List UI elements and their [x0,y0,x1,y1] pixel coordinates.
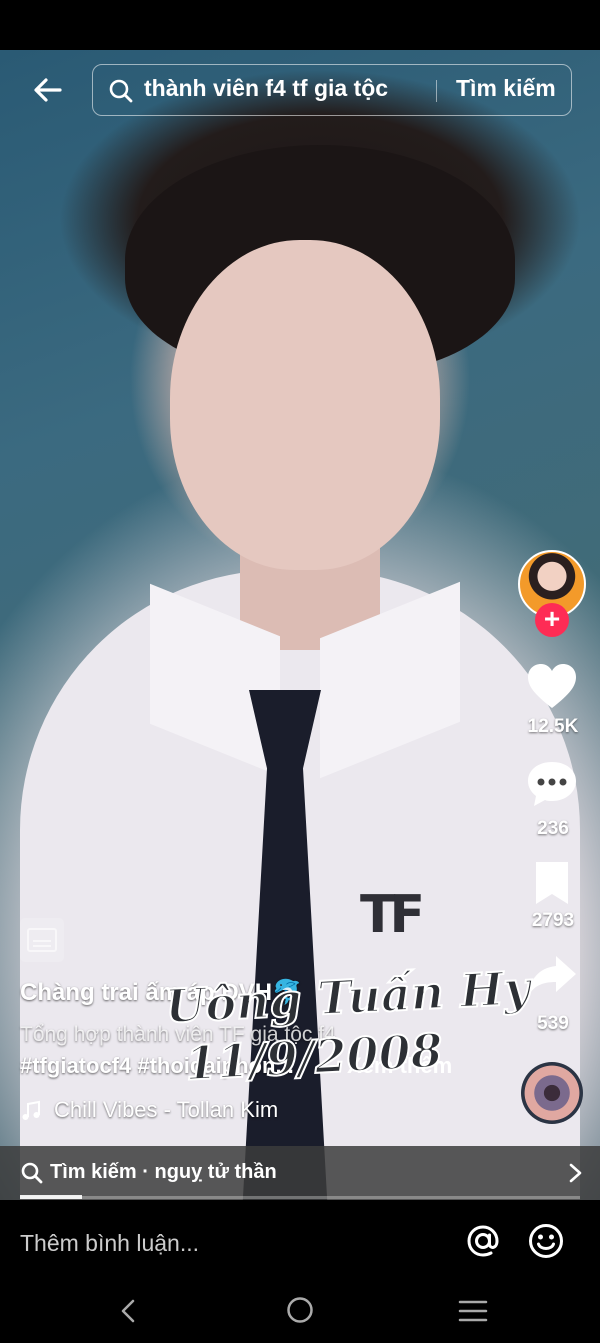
chevron-right-icon[interactable] [566,1162,584,1184]
search-icon [109,79,133,103]
heart-icon[interactable] [524,660,580,716]
save-count: 2793 [531,910,575,931]
subtitles-glyph [27,928,57,952]
video-progress-track[interactable] [20,1196,580,1199]
like-count: 12.5K [527,716,579,737]
video-progress-fill [20,1195,82,1199]
captions-icon[interactable] [20,918,64,962]
comment-count: 236 [537,818,569,839]
nav-home-icon[interactable] [286,1296,314,1324]
bookmark-icon[interactable] [524,856,580,912]
smiley-icon[interactable] [527,1222,565,1260]
comment-input[interactable]: Thêm bình luận... [20,1230,199,1257]
share-count: 539 [537,1013,569,1034]
video-face [170,240,440,570]
follow-button[interactable]: + [535,603,569,637]
nav-recents-icon[interactable] [458,1299,488,1323]
music-disc[interactable] [521,1062,583,1124]
music-note-icon [22,1100,40,1120]
shirt-badge-logo: TF [360,885,425,945]
search-query-text[interactable]: thành viên f4 tf gia tộc [144,75,388,102]
share-arrow-icon[interactable] [524,948,580,1004]
comment-bubble-icon[interactable] [524,756,580,812]
nav-back-icon[interactable] [118,1298,138,1324]
search-divider [436,80,437,102]
arrow-left-icon[interactable] [30,72,66,108]
at-icon[interactable] [464,1222,502,1260]
search-icon [21,1162,43,1184]
search-button[interactable]: Tìm kiếm [456,75,556,102]
plus-icon: + [543,603,561,634]
music-title[interactable]: Chill Vibes - Tollan Kim [54,1097,278,1123]
related-search-label[interactable]: Tìm kiếm · nguỵ tử thần [50,1161,277,1184]
